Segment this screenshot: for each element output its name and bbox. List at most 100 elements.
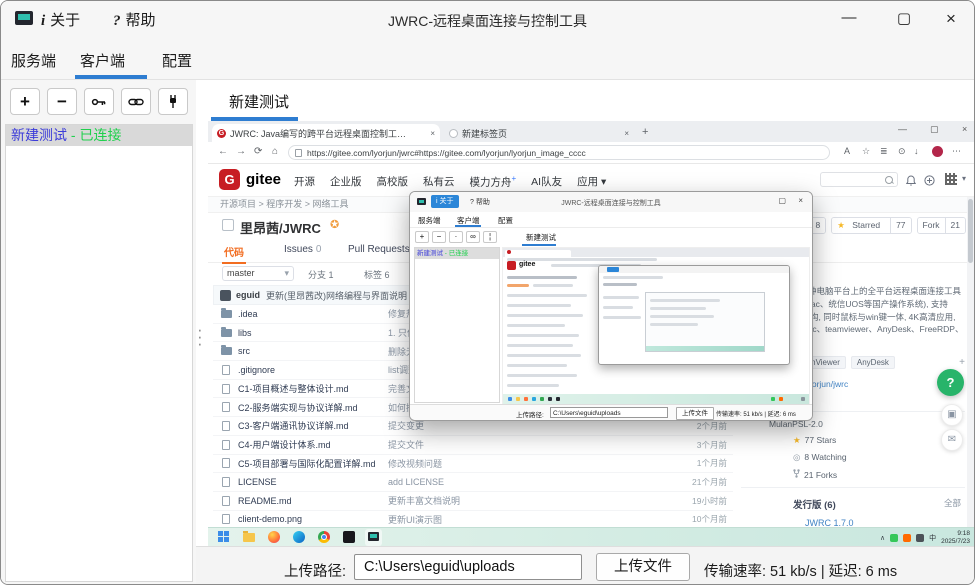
create-icon[interactable] <box>924 173 935 191</box>
stars-stat[interactable]: ★77 Stars <box>741 435 965 446</box>
repo-tab-prs[interactable]: Pull Requests0 <box>348 244 418 255</box>
nested-maximize-button[interactable]: ▢ <box>778 196 786 205</box>
nav-model-ark[interactable]: 模力方舟+ <box>470 174 517 190</box>
chevron-down-icon[interactable]: ▾ <box>962 174 966 183</box>
nested-jwrc-window[interactable]: i 关于 ? 帮助 JWRC-远程桌面连接与控制工具 ▢ × 服务端 客户端 配… <box>409 191 813 421</box>
repo-title[interactable]: 里昂茜/JWRC <box>240 218 321 237</box>
key-button[interactable] <box>84 88 114 115</box>
gitee-search-input[interactable] <box>820 172 898 187</box>
nav-enterprise[interactable]: 企业版 <box>330 174 362 190</box>
start-button[interactable] <box>218 531 230 543</box>
tab-config[interactable]: 配置 <box>162 50 192 71</box>
help-fab[interactable]: ? <box>937 369 964 396</box>
tray-expand-icon[interactable]: ∧ <box>880 534 885 542</box>
innermost-jwrc-window[interactable] <box>598 265 790 365</box>
nested-key-button[interactable]: · <box>449 231 463 243</box>
refresh-icon[interactable]: ⟳ <box>254 146 262 157</box>
nested-session-item[interactable]: 新建测试 - 已连接 <box>415 248 499 259</box>
file-row[interactable]: C5-项目部署与国际化配置详解.md修改视频问题1个月前 <box>213 455 733 474</box>
nested-tab-config[interactable]: 配置 <box>498 215 513 226</box>
scrollbar-thumb[interactable] <box>968 199 973 263</box>
repo-tab-code[interactable]: 代码 <box>224 244 244 259</box>
mini-jwrc-icon[interactable] <box>556 397 560 401</box>
branch-select[interactable]: master▾ <box>222 266 294 281</box>
forward-icon[interactable]: → <box>236 146 246 157</box>
nested-add-button[interactable]: + <box>415 231 429 243</box>
ime-indicator[interactable]: 中 <box>929 533 936 543</box>
remote-minimize-icon[interactable]: — <box>898 124 907 134</box>
alerts-icon[interactable]: ⊙ <box>898 146 906 157</box>
branches-link[interactable]: 分支 1 <box>308 268 334 281</box>
collect-fab[interactable]: ▣ <box>941 404 963 426</box>
add-tag-button[interactable]: + <box>959 357 965 368</box>
mini-firefox-icon[interactable] <box>524 397 528 401</box>
maximize-button[interactable]: ▢ <box>889 9 919 27</box>
nav-education[interactable]: 高校版 <box>377 174 409 190</box>
browser-tab-newtab[interactable]: 新建标签页 × <box>444 124 634 142</box>
mini-chrome-icon[interactable] <box>540 397 544 401</box>
home-icon[interactable]: ⌂ <box>272 146 278 157</box>
tab-server[interactable]: 服务端 <box>11 50 56 71</box>
downloads-icon[interactable]: ↓ <box>914 146 919 156</box>
nested-remove-button[interactable]: − <box>432 231 446 243</box>
file-explorer-icon[interactable] <box>243 533 255 542</box>
file-row[interactable]: README.md更新丰富文档说明19小时前 <box>213 492 733 511</box>
url-field[interactable]: https://gitee.com/lyorjun/jwrc#https://g… <box>288 145 830 160</box>
fork-button[interactable]: Fork21 <box>917 217 966 234</box>
close-button[interactable]: × <box>936 9 966 29</box>
qr-code-icon[interactable] <box>945 173 957 185</box>
collections-icon[interactable]: ≣ <box>880 146 888 157</box>
upload-file-button[interactable]: 上传文件 <box>596 553 690 581</box>
nested-upload-button[interactable]: 上传文件 <box>676 407 714 420</box>
file-row[interactable]: C4-用户端设计体系.md提交文件3个月前 <box>213 436 733 455</box>
favorite-icon[interactable]: ☆ <box>862 146 870 157</box>
releases-all-link[interactable]: 全部 <box>944 497 961 509</box>
upload-path-input[interactable] <box>354 554 582 580</box>
back-icon[interactable]: ← <box>218 146 228 157</box>
mini-start-icon[interactable] <box>508 397 512 401</box>
firefox-icon[interactable] <box>268 531 280 543</box>
nav-private-cloud[interactable]: 私有云 <box>423 174 455 190</box>
watching-stat[interactable]: ◎8 Watching <box>741 452 965 463</box>
tray-green-icon[interactable] <box>890 534 898 542</box>
browser-tab-gitee[interactable]: G JWRC: Java编写的跨平台远程桌面控制工… × <box>212 124 440 142</box>
new-tab-button[interactable]: + <box>642 126 648 138</box>
notifications-icon[interactable] <box>906 173 916 191</box>
browser-menu-icon[interactable]: ⋯ <box>952 146 961 157</box>
taskbar-clock[interactable]: 9:182025/7/23 <box>941 530 970 546</box>
nav-apps[interactable]: 应用 ▾ <box>577 174 606 190</box>
edge-icon[interactable] <box>293 531 305 543</box>
star-button[interactable]: ★ Starred77 <box>831 217 911 234</box>
nav-opensource[interactable]: 开源 <box>294 174 315 190</box>
nested-upload-path-input[interactable]: C:\Users\eguid\uploads <box>550 407 668 418</box>
mini-folder-icon[interactable] <box>516 397 520 401</box>
plug-button[interactable] <box>158 88 188 115</box>
remote-desktop-viewport[interactable]: G JWRC: Java编写的跨平台远程桌面控制工… × 新建标签页 × + —… <box>208 121 975 546</box>
gitee-logo[interactable]: G <box>219 169 240 190</box>
minimize-button[interactable]: — <box>834 9 864 26</box>
tab-client[interactable]: 客户端 <box>80 50 125 71</box>
jwrc-taskbar-button[interactable] <box>365 529 382 546</box>
forks-stat[interactable]: 21 Forks <box>741 469 965 480</box>
nav-ai[interactable]: AI队友 <box>531 174 562 190</box>
mini-idea-icon[interactable] <box>548 397 552 401</box>
panel-splitter[interactable]: ··· <box>197 326 203 347</box>
nested-close-button[interactable]: × <box>798 196 803 205</box>
remote-maximize-icon[interactable]: ▢ <box>930 124 939 135</box>
add-session-button[interactable]: + <box>10 88 40 115</box>
tray-orange-icon[interactable] <box>903 534 911 542</box>
remote-close-icon[interactable]: × <box>962 124 967 134</box>
mini-edge-icon[interactable] <box>532 397 536 401</box>
idea-icon[interactable] <box>343 531 355 543</box>
nested-remote-viewport[interactable]: gitee <box>502 247 810 405</box>
session-tab[interactable]: 新建测试 <box>229 91 289 112</box>
profile-avatar[interactable] <box>932 146 943 157</box>
nested-plug-button[interactable]: ¦ <box>483 231 497 243</box>
session-list-item[interactable]: 新建测试 - 已连接 <box>6 125 192 146</box>
tag-chip[interactable]: AnyDesk <box>851 356 895 369</box>
chrome-icon[interactable] <box>318 531 330 543</box>
repo-tab-issues[interactable]: Issues0 <box>284 244 321 255</box>
tab-close-icon[interactable]: × <box>430 129 435 138</box>
nested-connect-button[interactable]: ∞ <box>466 231 480 243</box>
read-aloud-icon[interactable]: A <box>844 146 850 156</box>
